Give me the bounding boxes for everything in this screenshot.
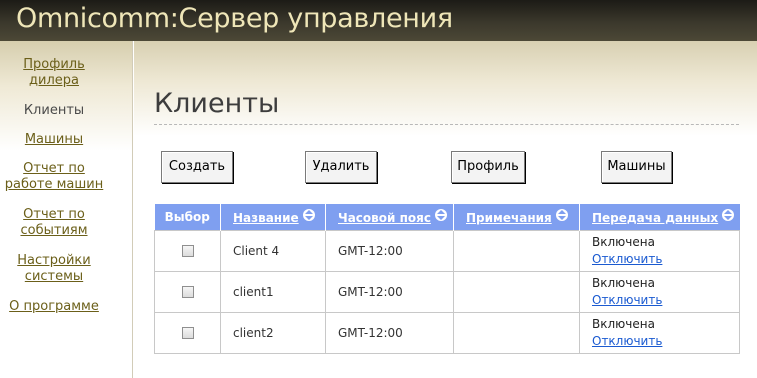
column-header-notes[interactable]: Примечания [453,204,580,230]
table-row: client1 GMT-12:00 Включена Отключить [154,270,740,313]
select-cell [154,311,221,354]
profile-button[interactable]: Профиль [451,151,525,183]
name-cell: client2 [220,311,326,354]
name-cell: Client 4 [220,229,326,272]
table-row: Client 4 GMT-12:00 Включена Отключить [154,229,740,272]
column-header-label: Выбор [164,209,210,224]
sort-icon[interactable] [302,208,315,221]
name-cell: client1 [220,270,326,313]
delete-button[interactable]: Удалить [305,151,377,183]
table-row: client2 GMT-12:00 Включена Отключить [154,311,740,354]
sidebar-item-clients[interactable]: Клиенты [0,103,108,119]
column-header-name[interactable]: Название [220,204,326,230]
disable-transfer-link[interactable]: Отключить [592,333,739,350]
sort-icon[interactable] [434,208,447,221]
app-title: Omnicomm:Сервер управления [16,3,453,34]
column-header-select: Выбор [154,204,221,230]
data-transfer-cell: Включена Отключить [579,311,740,354]
transfer-status: Включена [592,234,655,249]
column-header-label[interactable]: Передача данных [592,211,718,225]
sidebar: Профиль дилера Клиенты Машины Отчет по р… [0,41,133,378]
notes-cell [453,229,580,272]
sidebar-item-dealer-profile[interactable]: Профиль дилера [0,57,108,89]
main-content: Клиенты Создать Удалить Профиль Машины В… [134,41,757,378]
row-checkbox[interactable] [181,245,194,257]
sort-icon[interactable] [722,208,735,221]
column-header-label[interactable]: Примечания [466,211,552,225]
sidebar-item-system-settings[interactable]: Настройки системы [0,253,108,285]
column-header-timezone[interactable]: Часовой пояс [325,204,454,230]
title-divider [154,124,739,125]
column-header-label[interactable]: Часовой пояс [338,211,431,225]
machines-button[interactable]: Машины [601,151,672,183]
data-transfer-cell: Включена Отключить [579,270,740,313]
notes-cell [453,270,580,313]
transfer-status: Включена [592,316,655,331]
disable-transfer-link[interactable]: Отключить [592,251,739,268]
data-transfer-cell: Включена Отключить [579,229,740,272]
notes-cell [453,311,580,354]
sort-icon[interactable] [555,208,568,221]
sidebar-item-about[interactable]: О программе [0,299,108,315]
create-button[interactable]: Создать [161,151,233,183]
timezone-cell: GMT-12:00 [325,270,454,313]
select-cell [154,270,221,313]
column-header-label[interactable]: Название [233,211,299,225]
column-header-data-transfer[interactable]: Передача данных [579,204,740,230]
timezone-cell: GMT-12:00 [325,311,454,354]
app-header: Omnicomm:Сервер управления [0,0,757,41]
timezone-cell: GMT-12:00 [325,229,454,272]
select-cell [154,229,221,272]
disable-transfer-link[interactable]: Отключить [592,292,739,309]
sidebar-item-machines[interactable]: Машины [0,132,108,148]
table-header-row: Выбор Название Часовой пояс Примечания П… [154,204,740,230]
transfer-status: Включена [592,275,655,290]
clients-table: Выбор Название Часовой пояс Примечания П… [154,204,740,354]
sidebar-item-machine-report[interactable]: Отчет по работе машин [0,161,108,193]
row-checkbox[interactable] [181,286,194,298]
sidebar-item-event-report[interactable]: Отчет по событиям [0,207,108,239]
row-checkbox[interactable] [181,327,194,339]
page-title: Клиенты [154,88,280,119]
